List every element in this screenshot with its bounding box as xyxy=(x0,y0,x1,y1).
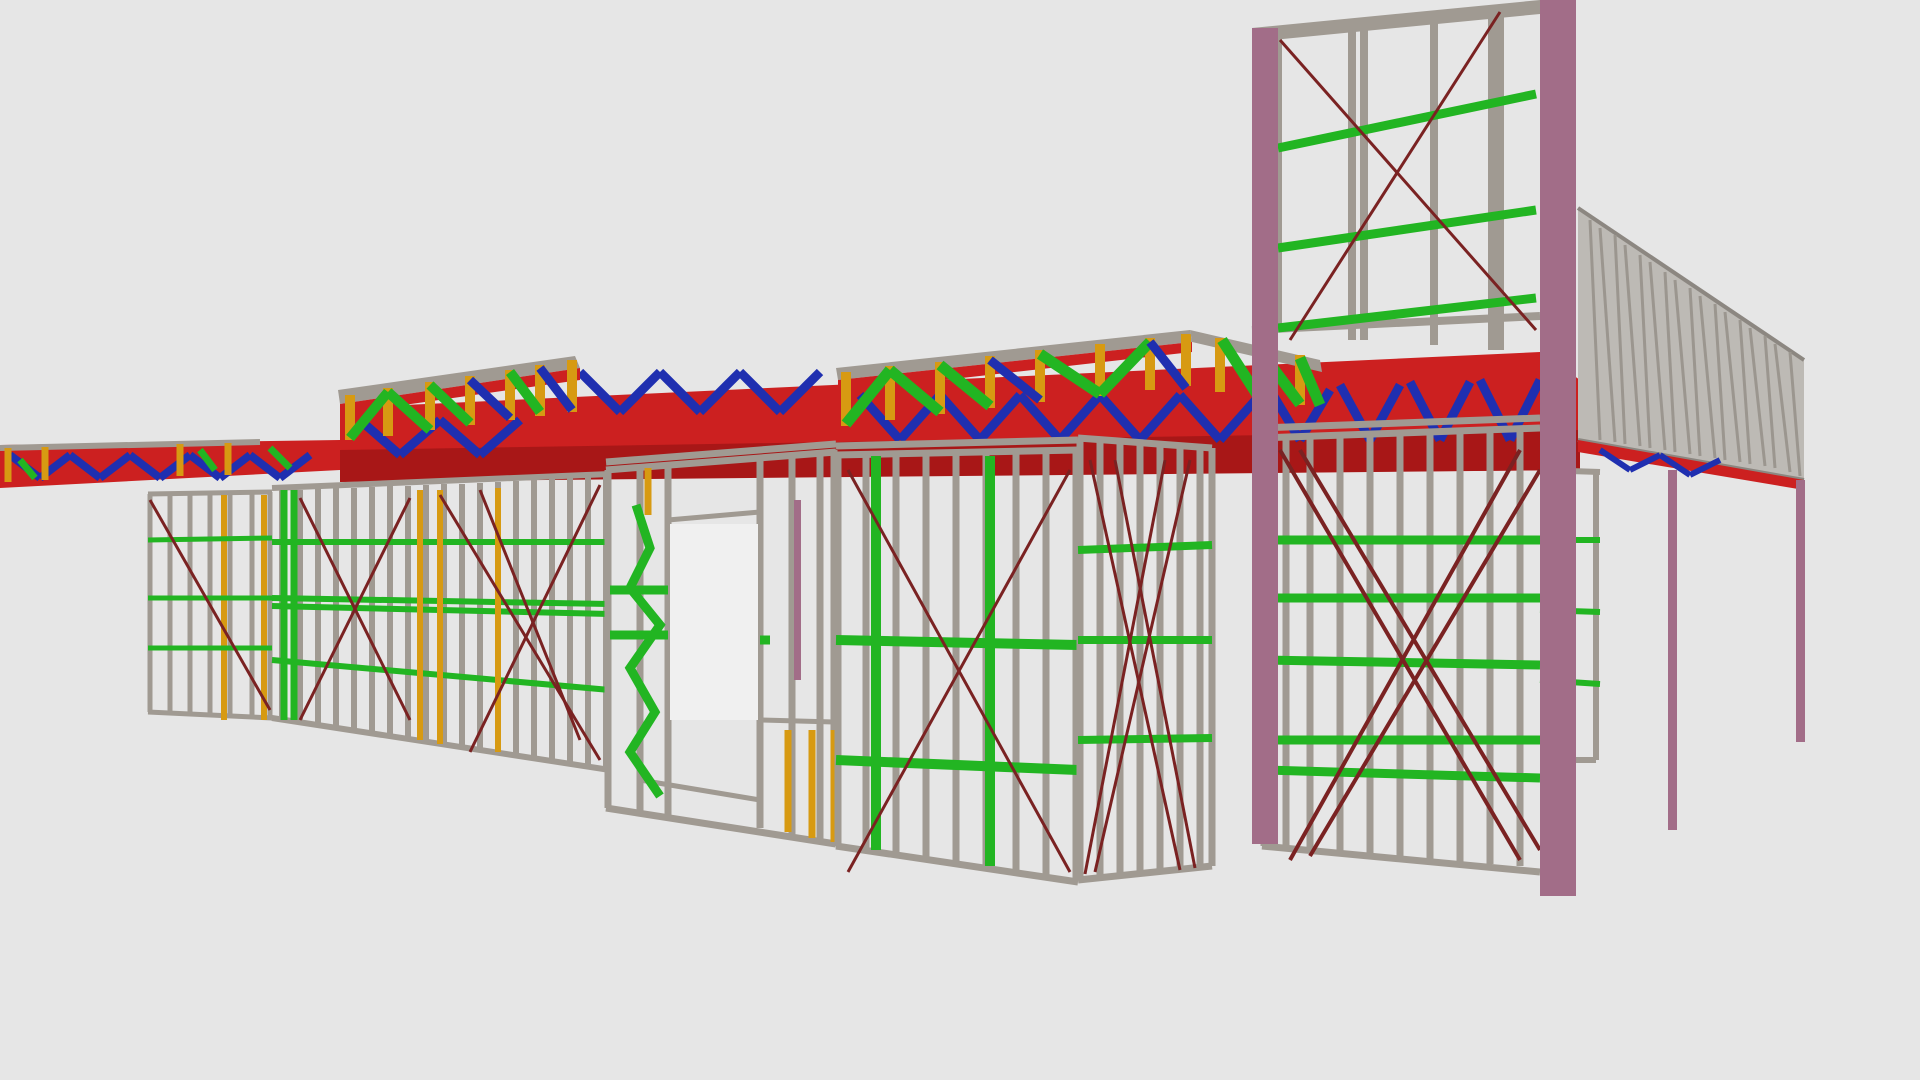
door-opening xyxy=(670,524,758,720)
column-interior xyxy=(794,500,801,680)
wall-panel-angled xyxy=(1076,434,1216,884)
right-canopy xyxy=(1576,206,1806,830)
wall-panel-far-left xyxy=(147,489,273,721)
wall-panel-center-door xyxy=(604,440,838,848)
canopy-columns xyxy=(1668,470,1805,830)
column-right-tower xyxy=(1540,0,1576,896)
steel-frame-3d-model[interactable] xyxy=(0,0,1920,1080)
3d-viewport[interactable] xyxy=(0,0,1920,1080)
column-left-tower xyxy=(1252,28,1278,844)
wall-panel-center-right xyxy=(834,436,1080,886)
wall-panel-left-long xyxy=(271,471,611,773)
wall-panel-tall-tower xyxy=(1251,0,1541,350)
